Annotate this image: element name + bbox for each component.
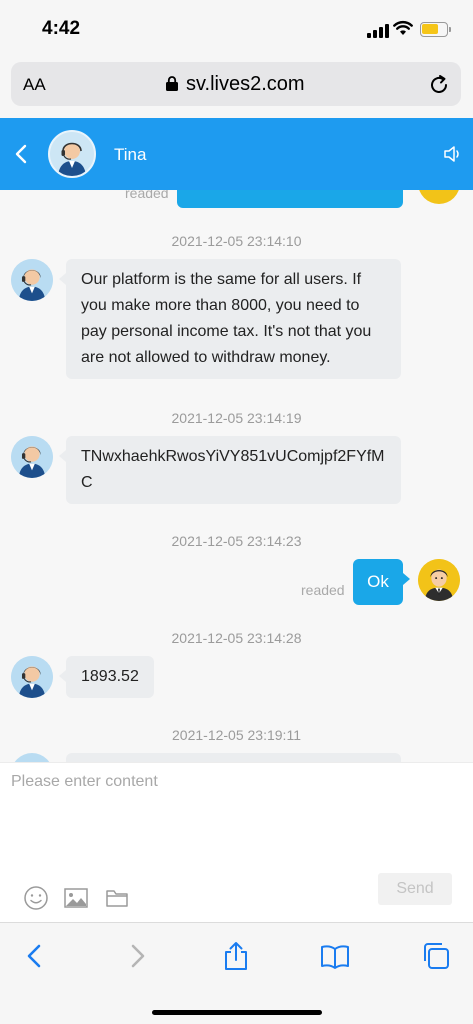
message-input[interactable] (11, 773, 461, 863)
status-bar: 4:42 (0, 0, 473, 58)
agent-avatar-icon (11, 656, 53, 698)
message-bubble-incoming[interactable] (66, 753, 401, 762)
user-avatar-icon (418, 559, 460, 601)
message-bubble-outgoing[interactable]: Ok (353, 559, 410, 605)
tabs-icon[interactable] (421, 941, 451, 971)
browser-url-area: AA sv.lives2.com (0, 58, 473, 118)
home-indicator[interactable] (152, 1010, 322, 1015)
lock-icon (166, 76, 178, 91)
contact-name: Tina (114, 145, 147, 164)
browser-forward-icon[interactable] (122, 941, 152, 971)
message-timestamp: 2021-12-05 23:14:19 (171, 410, 302, 426)
bookmarks-icon[interactable] (320, 941, 350, 971)
battery-icon (420, 22, 448, 37)
browser-toolbar (0, 922, 473, 1024)
message-timestamp: 2021-12-05 23:19:11 (172, 727, 301, 743)
message-timestamp: 2021-12-05 23:14:23 (171, 533, 302, 549)
message-bubble-incoming[interactable]: 1893.52 (59, 656, 154, 698)
url-text[interactable]: sv.lives2.com (186, 73, 305, 96)
address-bar[interactable]: AA sv.lives2.com (11, 62, 461, 106)
agent-avatar-icon (11, 259, 53, 301)
message-list[interactable]: readed 2021-12-05 23:14:10 Our platform … (0, 190, 473, 762)
agent-avatar (11, 656, 53, 698)
wifi-icon (393, 20, 413, 35)
message-timestamp: 2021-12-05 23:14:10 (171, 233, 302, 249)
agent-avatar-icon (11, 436, 53, 478)
battery-cap (449, 27, 451, 32)
user-avatar (418, 559, 460, 601)
share-icon[interactable] (221, 941, 251, 971)
emoji-icon[interactable] (23, 885, 49, 911)
agent-avatar (11, 436, 53, 478)
message-bubble-outgoing[interactable] (177, 190, 403, 208)
contact-avatar[interactable] (48, 130, 96, 178)
read-status: readed (301, 582, 345, 598)
composer: Send (0, 762, 473, 922)
folder-icon[interactable] (104, 885, 130, 911)
back-icon[interactable] (14, 144, 28, 164)
user-avatar (418, 190, 460, 204)
read-status: readed (125, 190, 169, 201)
text-size-button[interactable]: AA (23, 75, 46, 95)
image-icon[interactable] (63, 885, 89, 911)
agent-avatar (11, 753, 53, 762)
message-timestamp: 2021-12-05 23:14:28 (171, 630, 302, 646)
chat-header: Tina (0, 118, 473, 190)
agent-avatar-icon (50, 132, 94, 176)
speaker-icon[interactable] (443, 144, 463, 164)
reload-icon[interactable] (428, 74, 450, 96)
browser-back-icon[interactable] (20, 941, 50, 971)
agent-avatar (11, 259, 53, 301)
message-bubble-incoming[interactable]: Our platform is the same for all users. … (59, 259, 401, 379)
message-bubble-incoming[interactable]: TNwxhaehkRwosYiVY851vUComjpf2FYfMC (59, 436, 401, 504)
status-time: 4:42 (42, 18, 81, 39)
send-button[interactable]: Send (378, 873, 452, 905)
cellular-signal-icon (367, 24, 389, 38)
